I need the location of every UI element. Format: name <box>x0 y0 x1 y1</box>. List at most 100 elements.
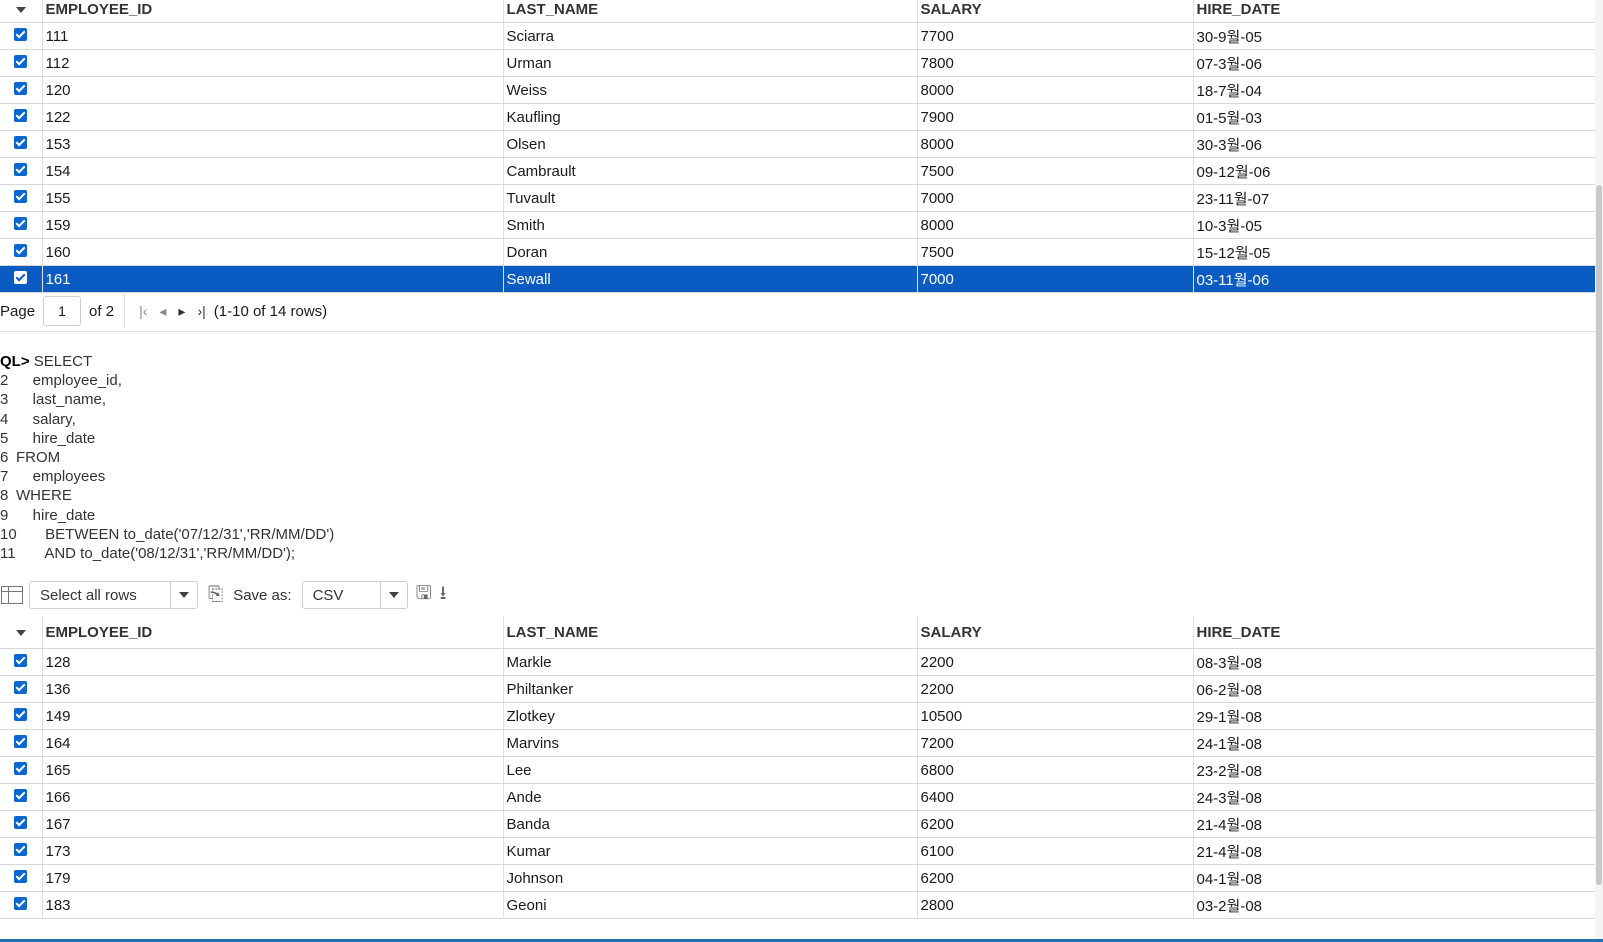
last-name-cell: Urman <box>503 49 918 77</box>
row-checkbox-cell[interactable] <box>0 675 43 703</box>
row-checkbox-cell[interactable] <box>0 837 43 865</box>
column-header-employee-id[interactable]: EMPLOYEE_ID <box>42 0 504 23</box>
chevron-down-icon[interactable] <box>170 582 197 608</box>
row-checkbox-cell[interactable] <box>0 49 43 77</box>
hire-date-cell: 18-7월-04 <box>1193 76 1596 104</box>
page-number-input[interactable]: 1 <box>43 296 82 326</box>
row-checkbox-cell[interactable] <box>0 265 43 293</box>
row-checkbox[interactable] <box>14 762 28 776</box>
row-checkbox[interactable] <box>14 654 28 668</box>
table-row[interactable]: 166 Ande 6400 24-3월-08 <box>0 783 1596 811</box>
row-checkbox[interactable] <box>14 897 28 911</box>
table-row[interactable]: 154 Cambrault 7500 09-12월-06 <box>0 157 1596 185</box>
table-row[interactable]: 128 Markle 2200 08-3월-08 <box>0 648 1596 676</box>
row-checkbox[interactable] <box>14 82 28 96</box>
row-checkbox[interactable] <box>14 163 28 177</box>
save-icon[interactable]: 🖫 <box>416 579 432 611</box>
table-row[interactable]: 136 Philtanker 2200 06-2월-08 <box>0 675 1596 703</box>
row-checkbox-cell[interactable] <box>0 783 43 811</box>
row-checkbox-cell[interactable] <box>0 22 43 50</box>
table-row[interactable]: 161 Sewall 7000 03-11월-06 <box>0 265 1596 293</box>
vertical-scrollbar[interactable] <box>1595 0 1603 942</box>
column-header-salary[interactable]: SALARY <box>917 616 1194 649</box>
grid-toggle-icon[interactable] <box>1 586 23 604</box>
table-row[interactable]: 160 Doran 7500 15-12월-05 <box>0 238 1596 266</box>
row-checkbox-cell[interactable] <box>0 729 43 757</box>
salary-cell: 6200 <box>917 810 1194 838</box>
salary-cell: 8000 <box>917 211 1194 239</box>
row-checkbox-cell[interactable] <box>0 238 43 266</box>
table-row[interactable]: 167 Banda 6200 21-4월-08 <box>0 810 1596 838</box>
table-row[interactable]: 122 Kaufling 7900 01-5월-03 <box>0 103 1596 131</box>
row-checkbox[interactable] <box>14 870 28 884</box>
row-checkbox[interactable] <box>14 136 28 150</box>
column-menu-icon[interactable] <box>15 6 26 13</box>
table-row[interactable]: 111 Sciarra 7700 30-9월-05 <box>0 22 1596 50</box>
table-row[interactable]: 165 Lee 6800 23-2월-08 <box>0 756 1596 784</box>
row-checkbox[interactable] <box>14 55 28 69</box>
row-checkbox[interactable] <box>14 271 28 285</box>
row-checkbox-cell[interactable] <box>0 810 43 838</box>
row-checkbox-cell[interactable] <box>0 184 43 212</box>
hire-date-cell: 03-2월-08 <box>1193 891 1596 919</box>
row-checkbox[interactable] <box>14 816 28 830</box>
table-row[interactable]: 164 Marvins 7200 24-1월-08 <box>0 729 1596 757</box>
column-header-last-name[interactable]: LAST_NAME <box>503 616 918 649</box>
table-row[interactable]: 149 Zlotkey 10500 29-1월-08 <box>0 702 1596 730</box>
table-row[interactable]: 155 Tuvault 7000 23-11월-07 <box>0 184 1596 212</box>
sql-line-number: 5 <box>0 429 9 447</box>
row-checkbox-cell[interactable] <box>0 648 43 676</box>
prev-page-icon[interactable]: ◂ <box>159 303 166 320</box>
row-checkbox[interactable] <box>14 735 28 749</box>
copy-icon[interactable]: ⎘ <box>208 584 223 606</box>
row-checkbox[interactable] <box>14 109 28 123</box>
row-checkbox-cell[interactable] <box>0 702 43 730</box>
row-checkbox[interactable] <box>14 843 28 857</box>
row-checkbox-cell[interactable] <box>0 211 43 239</box>
row-checkbox-cell[interactable] <box>0 130 43 158</box>
row-checkbox-cell[interactable] <box>0 891 43 919</box>
select-column-header[interactable] <box>0 616 43 649</box>
salary-cell: 7800 <box>917 49 1194 77</box>
row-checkbox-cell[interactable] <box>0 76 43 104</box>
table-row[interactable]: 159 Smith 8000 10-3월-05 <box>0 211 1596 239</box>
row-checkbox[interactable] <box>14 244 28 258</box>
column-header-hire-date[interactable]: HIRE_DATE <box>1193 616 1596 649</box>
export-format-value: CSV <box>312 586 344 604</box>
sql-line-number: 7 <box>0 468 9 486</box>
sql-line-number: 11 <box>0 545 16 563</box>
row-checkbox[interactable] <box>14 190 28 204</box>
column-header-employee-id[interactable]: EMPLOYEE_ID <box>42 616 504 649</box>
table-row[interactable]: 173 Kumar 6100 21-4월-08 <box>0 837 1596 865</box>
download-icon[interactable]: ⭳ <box>440 579 447 611</box>
table-row[interactable]: 183 Geoni 2800 03-2월-08 <box>0 891 1596 919</box>
row-checkbox-cell[interactable] <box>0 756 43 784</box>
table-row[interactable]: 112 Urman 7800 07-3월-06 <box>0 49 1596 77</box>
table-row[interactable]: 153 Olsen 8000 30-3월-06 <box>0 130 1596 158</box>
select-column-header[interactable] <box>0 0 43 23</box>
scrollbar-thumb[interactable] <box>1596 185 1602 885</box>
chevron-down-icon[interactable] <box>379 582 407 608</box>
next-page-icon[interactable]: ▸ <box>178 303 185 320</box>
row-checkbox[interactable] <box>14 708 28 722</box>
column-header-last-name[interactable]: LAST_NAME <box>503 0 918 23</box>
last-name-cell: Geoni <box>503 891 918 919</box>
row-checkbox-cell[interactable] <box>0 103 43 131</box>
row-checkbox-cell[interactable] <box>0 864 43 892</box>
first-page-icon[interactable]: |‹ <box>139 303 147 319</box>
sql-line-text: BETWEEN to_date('07/12/31','RR/MM/DD') <box>16 525 335 543</box>
row-checkbox[interactable] <box>14 28 28 42</box>
row-checkbox[interactable] <box>14 681 28 695</box>
column-header-salary[interactable]: SALARY <box>917 0 1194 23</box>
column-menu-icon[interactable] <box>15 629 26 636</box>
row-checkbox[interactable] <box>14 789 28 803</box>
employee-id-cell: 120 <box>42 76 504 104</box>
table-row[interactable]: 179 Johnson 6200 04-1월-08 <box>0 864 1596 892</box>
row-checkbox-cell[interactable] <box>0 157 43 185</box>
last-page-icon[interactable]: ›| <box>197 303 205 319</box>
row-checkbox[interactable] <box>14 217 28 231</box>
export-format-dropdown[interactable]: CSV <box>301 581 408 609</box>
select-rows-dropdown[interactable]: Select all rows <box>29 581 198 609</box>
table-row[interactable]: 120 Weiss 8000 18-7월-04 <box>0 76 1596 104</box>
column-header-hire-date[interactable]: HIRE_DATE <box>1193 0 1596 23</box>
